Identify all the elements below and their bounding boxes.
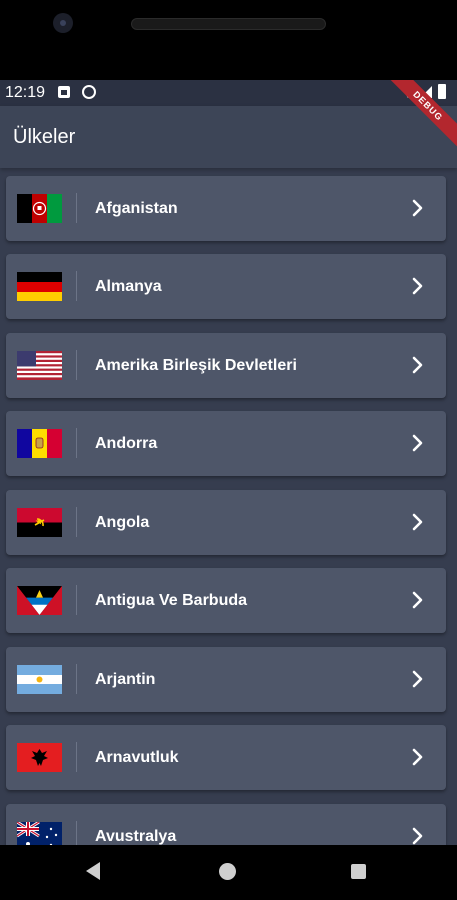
chevron-right-icon bbox=[411, 512, 425, 532]
app-screen: 12:19 Ülkeler DEBUG Afganistan Almanya A… bbox=[0, 80, 457, 845]
list-item[interactable]: Afganistan bbox=[6, 176, 446, 241]
country-name: Amerika Birleşik Devletleri bbox=[95, 357, 297, 374]
status-bar: 12:19 bbox=[0, 80, 457, 106]
flag-australia-icon bbox=[17, 822, 62, 845]
item-divider bbox=[76, 271, 77, 301]
list-item[interactable]: Arnavutluk bbox=[6, 725, 446, 790]
country-name: Almanya bbox=[95, 278, 162, 295]
item-divider bbox=[76, 664, 77, 694]
list-item[interactable]: Avustralya bbox=[6, 804, 446, 845]
item-divider bbox=[76, 193, 77, 223]
country-name: Arjantin bbox=[95, 671, 156, 688]
item-divider bbox=[76, 585, 77, 615]
device-top-bezel bbox=[0, 0, 457, 80]
chevron-right-icon bbox=[411, 669, 425, 689]
item-divider bbox=[76, 428, 77, 458]
list-item[interactable]: Arjantin bbox=[6, 647, 446, 712]
chevron-right-icon bbox=[411, 747, 425, 767]
home-icon[interactable] bbox=[219, 863, 236, 880]
chevron-right-icon bbox=[411, 590, 425, 610]
flag-argentina-icon bbox=[17, 665, 62, 694]
item-divider bbox=[76, 350, 77, 380]
country-name: Andorra bbox=[95, 435, 158, 452]
list-item[interactable]: Andorra bbox=[6, 411, 446, 476]
country-name: Angola bbox=[95, 514, 150, 531]
country-name: Arnavutluk bbox=[95, 749, 179, 766]
front-camera bbox=[53, 13, 73, 33]
chevron-right-icon bbox=[411, 433, 425, 453]
photo-notification-icon bbox=[58, 86, 70, 98]
recents-icon[interactable] bbox=[351, 864, 366, 879]
flag-usa-icon bbox=[17, 351, 62, 380]
chevron-right-icon bbox=[411, 355, 425, 375]
status-time: 12:19 bbox=[5, 84, 46, 101]
page-title: Ülkeler bbox=[13, 126, 76, 148]
list-item[interactable]: Angola bbox=[6, 490, 446, 555]
list-item[interactable]: Antigua Ve Barbuda bbox=[6, 568, 446, 633]
item-divider bbox=[76, 821, 77, 845]
chevron-right-icon bbox=[411, 276, 425, 296]
flag-angola-icon bbox=[17, 508, 62, 537]
sync-notification-icon bbox=[82, 85, 96, 99]
flag-albania-icon bbox=[17, 743, 62, 772]
battery-icon bbox=[438, 84, 446, 99]
chevron-right-icon bbox=[411, 198, 425, 218]
country-name: Afganistan bbox=[95, 200, 178, 217]
item-divider bbox=[76, 507, 77, 537]
system-navigation-bar bbox=[0, 845, 457, 900]
flag-andorra-icon bbox=[17, 429, 62, 458]
country-name: Antigua Ve Barbuda bbox=[95, 592, 248, 609]
back-icon[interactable] bbox=[86, 862, 100, 880]
chevron-right-icon bbox=[411, 826, 425, 845]
item-divider bbox=[76, 742, 77, 772]
flag-germany-icon bbox=[17, 272, 62, 301]
list-item[interactable]: Almanya bbox=[6, 254, 446, 319]
list-item[interactable]: Amerika Birleşik Devletleri bbox=[6, 333, 446, 398]
app-bar: Ülkeler bbox=[0, 106, 457, 168]
flag-afghanistan-icon bbox=[17, 194, 62, 223]
earpiece-speaker bbox=[131, 18, 326, 30]
country-name: Avustralya bbox=[95, 828, 177, 845]
flag-antigua-barbuda-icon bbox=[17, 586, 62, 615]
